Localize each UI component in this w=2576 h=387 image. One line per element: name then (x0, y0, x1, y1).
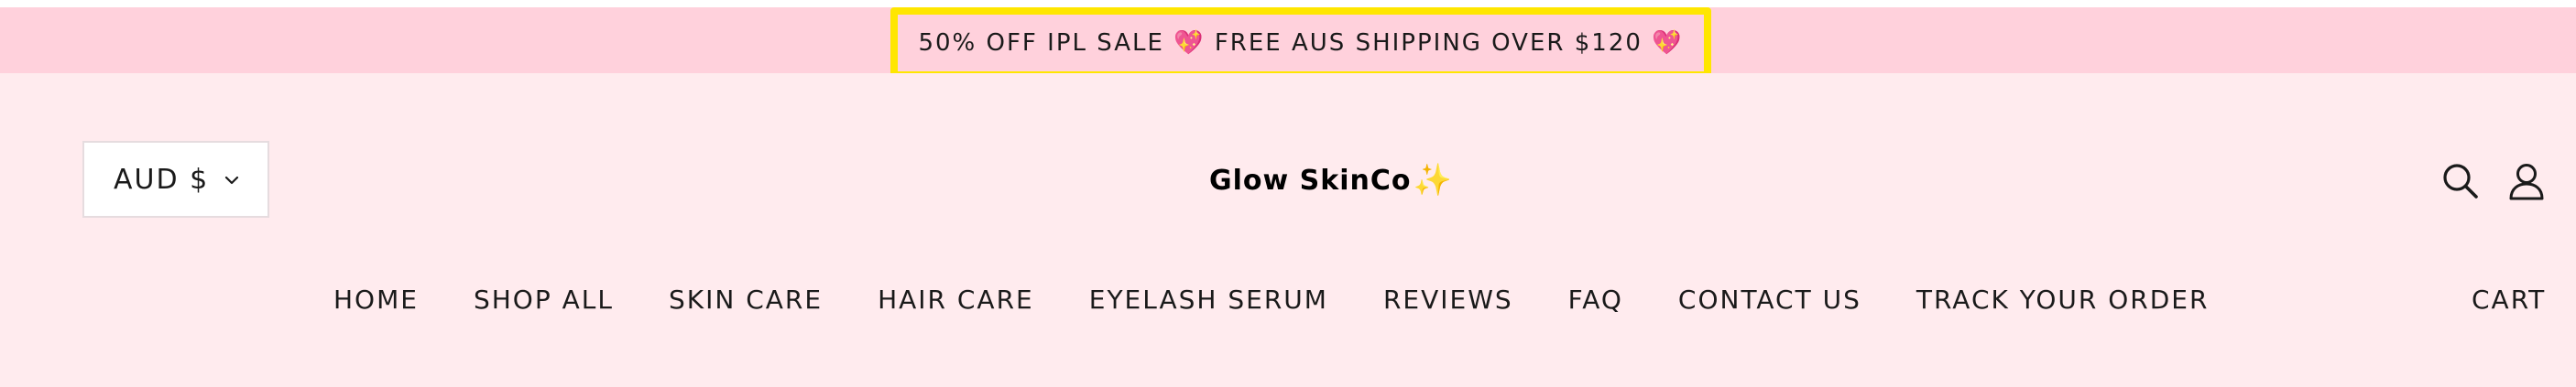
nav-item-contact-us[interactable]: CONTACT US (1678, 285, 1861, 315)
announcement-bar: 50% OFF IPL SALE 💖 FREE AUS SHIPPING OVE… (0, 7, 2576, 79)
heart-icon: 💖 (1173, 29, 1206, 57)
cart-link[interactable]: CART (2472, 276, 2546, 322)
top-gap (0, 0, 2576, 7)
nav-item-reviews[interactable]: REVIEWS (1383, 285, 1513, 315)
nav-item-shop-all[interactable]: SHOP ALL (474, 285, 614, 315)
logo-text: Glow SkinCo (1209, 164, 1412, 197)
nav-item-track-your-order[interactable]: TRACK YOUR ORDER (1916, 285, 2210, 315)
currency-selected-value: AUD $ (114, 163, 210, 196)
currency-selector[interactable]: AUD $ (82, 141, 269, 218)
site-header: AUD $ Glow SkinCo ✨ HOME SHOP ALL SKIN C… (0, 73, 2576, 387)
announcement-text: 50% OFF IPL SALE 💖 FREE AUS SHIPPING OVE… (918, 29, 1683, 57)
announcement-highlight[interactable]: 50% OFF IPL SALE 💖 FREE AUS SHIPPING OVE… (890, 7, 1711, 79)
account-icon[interactable] (2506, 161, 2547, 201)
nav-item-skin-care[interactable]: SKIN CARE (669, 285, 823, 315)
heart-icon: 💖 (1652, 29, 1684, 57)
chevron-down-icon (224, 176, 239, 185)
announcement-text-part1: 50% OFF IPL SALE (918, 29, 1164, 57)
sparkle-icon: ✨ (1413, 162, 1452, 199)
nav-item-eyelash-serum[interactable]: EYELASH SERUM (1089, 285, 1328, 315)
search-icon[interactable] (2440, 161, 2481, 201)
site-logo[interactable]: Glow SkinCo ✨ (1209, 157, 1452, 203)
announcement-text-part2: FREE AUS SHIPPING OVER $120 (1214, 29, 1643, 57)
nav-item-hair-care[interactable]: HAIR CARE (878, 285, 1034, 315)
nav-item-home[interactable]: HOME (333, 285, 419, 315)
main-navigation: HOME SHOP ALL SKIN CARE HAIR CARE EYELAS… (333, 276, 2209, 322)
nav-item-faq[interactable]: FAQ (1568, 285, 1623, 315)
